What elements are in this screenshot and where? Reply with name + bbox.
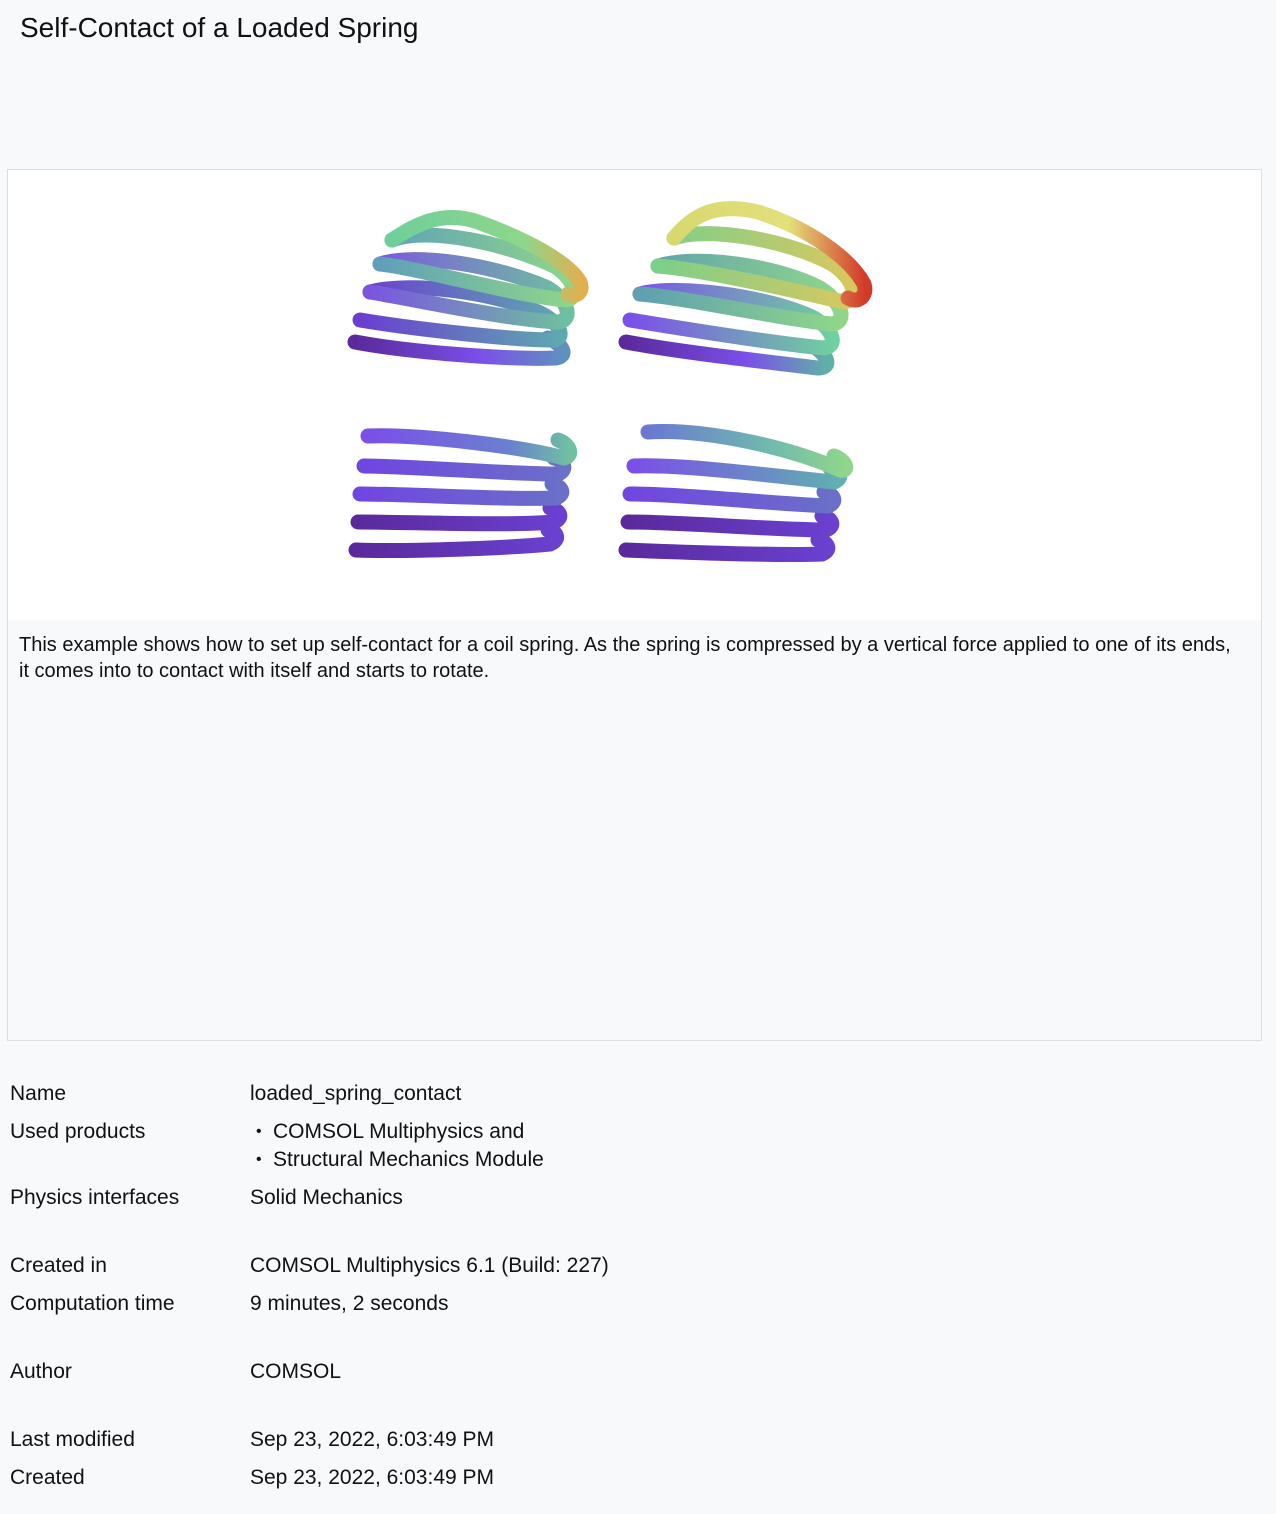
info-value: 9 minutes, 2 seconds — [250, 1292, 449, 1315]
list-item: Structural Mechanics Module — [250, 1146, 900, 1174]
model-description: This example shows how to set up self-co… — [19, 634, 1231, 682]
info-label: Created — [10, 1466, 85, 1489]
list-item: COMSOL Multiphysics and — [250, 1118, 900, 1146]
info-value: COMSOL Multiphysics 6.1 (Build: 227) — [250, 1254, 609, 1277]
info-label: Author — [10, 1360, 72, 1383]
used-products-list: COMSOL Multiphysics and Structural Mecha… — [250, 1118, 900, 1174]
spring-top-left — [347, 210, 589, 366]
page-title: Self-Contact of a Loaded Spring — [20, 12, 419, 43]
preview-panel: This example shows how to set up self-co… — [7, 169, 1262, 1041]
info-label: Last modified — [10, 1428, 135, 1451]
info-value: COMSOL Multiphysics and Structural Mecha… — [250, 1118, 900, 1174]
spring-illustration — [347, 201, 873, 563]
info-value: COMSOL — [250, 1360, 342, 1383]
info-label: Created in — [10, 1254, 107, 1277]
spring-preview-image — [8, 170, 1261, 620]
spring-bottom-right — [618, 424, 854, 563]
spring-top-right — [618, 201, 873, 376]
info-label: Physics interfaces — [10, 1186, 180, 1209]
info-value: Solid Mechanics — [250, 1186, 403, 1209]
info-value: Sep 23, 2022, 6:03:49 PM — [250, 1466, 495, 1489]
info-label: Used products — [10, 1120, 146, 1143]
info-value: loaded_spring_contact — [250, 1082, 462, 1105]
spring-bottom-left — [348, 428, 578, 559]
info-value: Sep 23, 2022, 6:03:49 PM — [250, 1428, 495, 1451]
info-label: Name — [10, 1082, 67, 1105]
info-label: Computation time — [10, 1292, 175, 1315]
